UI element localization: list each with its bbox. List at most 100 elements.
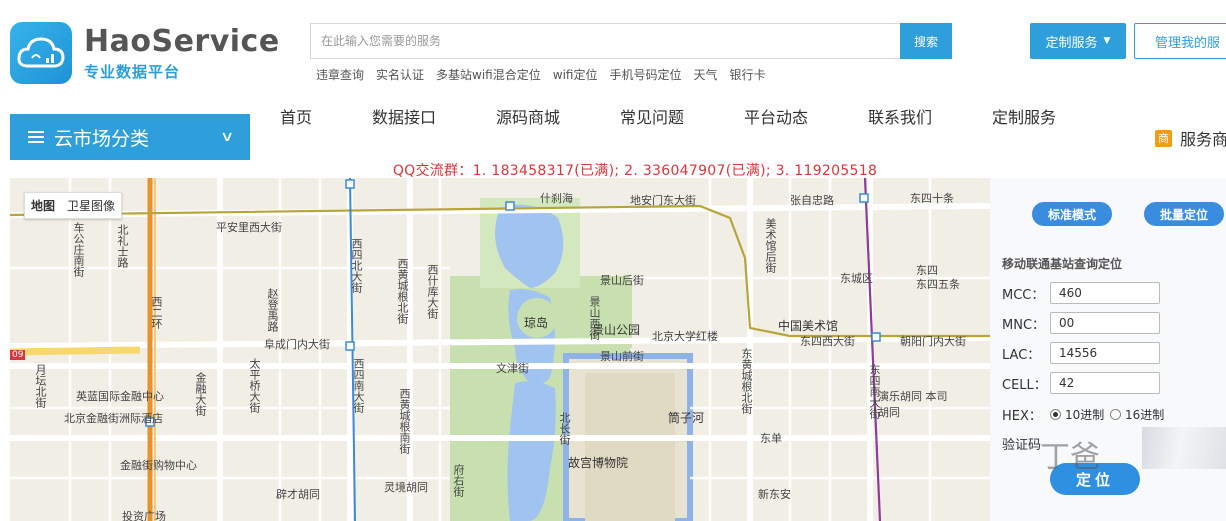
map-label: 什刹海: [540, 192, 573, 205]
map-label: 新东安: [758, 488, 791, 501]
nav-faq[interactable]: 常见问题: [620, 104, 684, 128]
map-label: 西四南大街: [352, 358, 365, 413]
nav-home[interactable]: 首页: [280, 104, 312, 128]
nav-custom[interactable]: 定制服务: [992, 104, 1056, 128]
base-station-panel: 标准模式 批量定位 移动联通基站查询定位 MCC： 460 MNC： 00 LA…: [990, 178, 1226, 521]
map-label: 灵境胡同: [384, 481, 428, 494]
map-label: 北京金融街洲际酒店: [64, 412, 163, 425]
mode-standard-button[interactable]: 标准模式: [1032, 202, 1112, 226]
custom-service-dropdown[interactable]: 定制服务 ▼: [1030, 23, 1126, 59]
map-label: 赵登禹路: [266, 288, 279, 332]
cell-input[interactable]: 42: [1050, 372, 1160, 394]
map-label: 张自忠路: [790, 194, 834, 207]
map-label: 投资广场: [122, 510, 166, 521]
page-root: HaoService 专业数据平台 搜索 违章查询 实名认证 多基站wifi混合…: [0, 0, 1226, 521]
watermark-text: 丁爸: [1040, 440, 1100, 475]
mcc-label: MCC：: [1002, 288, 1045, 303]
map-label: 辟才胡同: [276, 488, 320, 501]
map-label: 景山前街: [600, 350, 644, 363]
radio-hex-label: 16进制: [1125, 408, 1165, 422]
map-label: 美术馆后街: [764, 218, 777, 273]
map-label: 北京大学红楼: [652, 330, 718, 343]
lac-input[interactable]: 14556: [1050, 342, 1160, 364]
map-label: 景山后街: [600, 274, 644, 287]
hex-label: HEX：: [1002, 409, 1042, 424]
mnc-input[interactable]: 00: [1050, 312, 1160, 334]
hotword-link[interactable]: wifi定位: [553, 66, 598, 83]
shop-icon: 商: [1155, 129, 1172, 147]
map-label: 东四五条: [916, 278, 960, 291]
map-view[interactable]: 地图 卫星图像 平安里西大街 地安门东大街 张自忠路 东四十条 什刹海 景山后街…: [10, 178, 990, 521]
map-label: 东单: [760, 432, 782, 445]
map-label: 北礼士路: [116, 224, 129, 268]
captcha-label: 验证码: [1002, 438, 1042, 453]
radio-decimal-label: 10进制: [1065, 408, 1105, 422]
brand-logo[interactable]: HaoService 专业数据平台: [10, 22, 280, 84]
search-bar: 搜索: [310, 23, 952, 59]
chevron-down-icon: ∨: [219, 129, 235, 145]
map-label: 西什库大街: [426, 264, 439, 319]
nav-news[interactable]: 平台动态: [744, 104, 808, 128]
map-label: 琼岛: [524, 316, 549, 330]
map-tab-map[interactable]: 地图: [25, 193, 61, 218]
hot-keywords: 违章查询 实名认证 多基站wifi混合定位 wifi定位 手机号码定位 天气 银…: [316, 66, 766, 83]
menu-icon: [28, 128, 44, 146]
nav-service-provider[interactable]: 商 服务商: [1155, 126, 1226, 150]
map-label: 东城区: [840, 272, 873, 285]
map-label: 府右街: [452, 464, 465, 497]
hotword-link[interactable]: 银行卡: [730, 66, 766, 83]
radio-checked-icon: [1050, 409, 1061, 420]
cell-label: CELL：: [1002, 378, 1047, 393]
panel-title: 移动联通基站查询定位: [1002, 257, 1123, 271]
map-type-toggle: 地图 卫星图像: [24, 192, 123, 219]
map-label: 东黄城根北街: [740, 348, 753, 414]
radio-hex[interactable]: 16进制: [1110, 406, 1164, 423]
map-label: 平安里西大街: [216, 221, 282, 234]
category-label: 云市场分类: [54, 127, 150, 150]
map-label: 金融大街: [194, 372, 207, 416]
map-label: 朝阳门内大街: [900, 335, 966, 348]
map-label: 东四: [916, 264, 938, 277]
mcc-input[interactable]: 460: [1050, 282, 1160, 304]
map-label: 景山西街: [588, 296, 601, 340]
hotword-link[interactable]: 多基站wifi混合定位: [436, 66, 541, 83]
nav-source-store[interactable]: 源码商城: [496, 104, 560, 128]
manage-services-button[interactable]: 管理我的服: [1134, 23, 1226, 59]
radio-unchecked-icon: [1110, 409, 1121, 420]
search-button[interactable]: 搜索: [900, 23, 952, 59]
captcha-image[interactable]: [1142, 427, 1226, 469]
search-input[interactable]: [310, 23, 900, 59]
map-label: 金融街购物中心: [120, 459, 197, 472]
hotword-link[interactable]: 实名认证: [376, 66, 424, 83]
map-tab-satellite[interactable]: 卫星图像: [61, 193, 121, 218]
map-label: 文津街: [496, 362, 529, 375]
map-label: 西黄城根北街: [396, 258, 409, 324]
map-label: 东四西大街: [800, 335, 855, 348]
map-label: 中国美术馆: [778, 319, 839, 333]
mnc-label: MNC：: [1002, 318, 1046, 333]
hotword-link[interactable]: 违章查询: [316, 66, 364, 83]
hotword-link[interactable]: 手机号码定位: [609, 66, 681, 83]
lac-label: LAC：: [1002, 348, 1041, 363]
qq-group-notice: QQ交流群：1. 183458317(已满); 2. 336047907(已满)…: [392, 163, 878, 179]
map-label: 北长街: [558, 412, 571, 445]
mode-batch-button[interactable]: 批量定位: [1144, 202, 1224, 226]
map-label: 西黄城根南街: [398, 388, 411, 454]
map-label: 故宫博物院: [568, 456, 629, 470]
cloud-logo-icon: [10, 22, 72, 84]
map-label: 英蓝国际金融中心: [76, 390, 164, 403]
map-route-badge: 09: [10, 350, 26, 360]
custom-service-label: 定制服务: [1045, 35, 1098, 51]
map-label: 东四十条: [910, 192, 954, 205]
map-label: 演乐胡同 本司胡同: [878, 390, 948, 419]
brand-text: HaoService 专业数据平台: [84, 23, 280, 82]
hotword-link[interactable]: 天气: [693, 66, 717, 83]
map-label: 阜成门内大街: [264, 338, 330, 351]
nav-contact[interactable]: 联系我们: [868, 104, 932, 128]
map-label: 车公庄南街: [72, 222, 85, 277]
nav-data-api[interactable]: 数据接口: [372, 104, 436, 128]
caret-down-icon: ▼: [1103, 36, 1111, 46]
brand-name: HaoService: [84, 23, 280, 59]
radio-decimal[interactable]: 10进制: [1050, 406, 1104, 423]
category-menu[interactable]: 云市场分类 ∨: [10, 114, 250, 160]
